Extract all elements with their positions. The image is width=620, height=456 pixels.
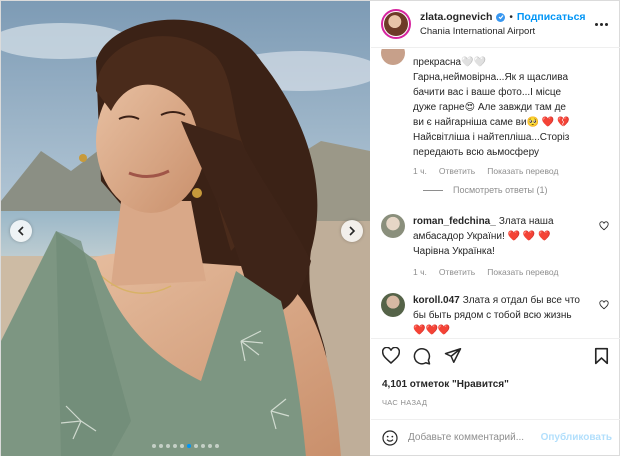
post-photo[interactable] — [1, 1, 370, 456]
more-options-icon[interactable] — [595, 18, 611, 30]
emoji-icon[interactable] — [382, 429, 398, 446]
comment-text-line: бы быть рядом с тобой всю жизнь — [413, 310, 572, 321]
reply-button[interactable]: Ответить — [439, 267, 475, 277]
comment-text-line: амбасадор України! ❤️ ❤️ ❤️ — [413, 231, 551, 242]
save-post-button[interactable] — [594, 347, 609, 365]
view-replies-label: Посмотреть ответы (1) — [453, 185, 548, 195]
carousel-dot — [159, 444, 163, 448]
commenter-username[interactable]: roman_fedchina_ — [413, 216, 496, 227]
comment-item: roman_fedchina_ Злата наша амбасадор Укра… — [371, 214, 620, 277]
post-sidebar: zlata.ognevich • Подписаться Chania Inte… — [371, 1, 620, 455]
carousel-dot — [180, 444, 184, 448]
comment-input[interactable] — [408, 432, 541, 443]
comment-item: прекрасна🤍🤍 Гарна,неймовірна...Як я щасл… — [371, 49, 620, 176]
carousel-dot — [215, 444, 219, 448]
post-header: zlata.ognevich • Подписаться Chania Inte… — [371, 1, 620, 48]
carousel-dot — [187, 444, 191, 448]
carousel-dot — [208, 444, 212, 448]
comment-text-line: передають всю аьмосферу — [413, 147, 540, 158]
commenter-avatar[interactable] — [381, 214, 405, 238]
carousel-dot — [166, 444, 170, 448]
like-comment-heart-icon[interactable] — [599, 221, 609, 231]
share-paper-plane-icon[interactable] — [444, 347, 462, 364]
comment-text-line: дуже гарне😍 Але завжди там де — [413, 102, 566, 113]
reply-button[interactable]: Ответить — [439, 166, 475, 176]
post-location[interactable]: Chania International Airport — [420, 26, 610, 37]
comment-text-line: Найсвітліша і найтепліша...Сторіз — [413, 132, 570, 143]
comment-text-line: Злата наша — [498, 216, 554, 227]
commenter-avatar[interactable] — [381, 293, 405, 317]
comment-text-line: Чарівна Українка! — [413, 246, 495, 257]
verified-badge-icon — [496, 12, 506, 22]
comment-time: 1 ч. — [413, 267, 427, 277]
translate-button[interactable]: Показать перевод — [487, 166, 558, 176]
view-replies-button[interactable]: Посмотреть ответы (1) — [423, 185, 548, 195]
comment-text-line: Злата я отдал бы все что — [462, 295, 580, 306]
comment-item: koroll.047 Злата я отдал бы все что бы бы… — [371, 293, 620, 338]
comment-text-line: Гарна,неймовірна...Як я щаслива — [413, 72, 568, 83]
like-heart-icon[interactable] — [382, 347, 400, 364]
carousel-dot — [194, 444, 198, 448]
carousel-dot — [152, 444, 156, 448]
carousel-indicator — [1, 444, 370, 448]
post-actions: 4,101 отметок "Нравится" Час назад — [371, 338, 620, 418]
bookmark-icon — [594, 347, 609, 365]
comments-list[interactable]: прекрасна🤍🤍 Гарна,неймовірна...Як я щасл… — [371, 49, 620, 339]
separator: • — [509, 11, 513, 23]
follow-button[interactable]: Подписаться — [517, 11, 586, 23]
publish-button[interactable]: Опубликовать — [541, 432, 612, 443]
like-comment-heart-icon[interactable] — [599, 300, 609, 310]
likes-count[interactable]: 4,101 отметок "Нравится" — [382, 379, 509, 390]
author-username[interactable]: zlata.ognevich — [420, 11, 492, 23]
commenter-username[interactable]: koroll.047 — [413, 295, 460, 306]
carousel-dot — [201, 444, 205, 448]
carousel-dot — [173, 444, 177, 448]
comment-text-line: бачити вас і ваше фото...І місце — [413, 87, 562, 98]
chevron-right-icon — [349, 226, 356, 236]
comment-text-line: ви є найгарніша саме ви🥺 ❤️ 💔 — [413, 117, 570, 128]
comment-bubble-icon[interactable] — [413, 347, 431, 365]
comment-time: 1 ч. — [413, 166, 427, 176]
previous-photo-button[interactable] — [10, 220, 32, 242]
photo-image — [1, 1, 370, 456]
post-time[interactable]: Час назад — [382, 398, 427, 407]
chevron-left-icon — [17, 226, 24, 236]
instagram-post-modal: zlata.ognevich • Подписаться Chania Inte… — [0, 0, 620, 456]
next-photo-button[interactable] — [341, 220, 363, 242]
comment-text-line: ❤️❤️❤️ — [413, 325, 451, 336]
add-comment-bar: Опубликовать — [371, 419, 620, 455]
author-avatar[interactable] — [381, 9, 411, 39]
comment-text-line: прекрасна🤍🤍 — [413, 57, 487, 68]
translate-button[interactable]: Показать перевод — [487, 267, 558, 277]
commenter-avatar[interactable] — [381, 49, 405, 65]
